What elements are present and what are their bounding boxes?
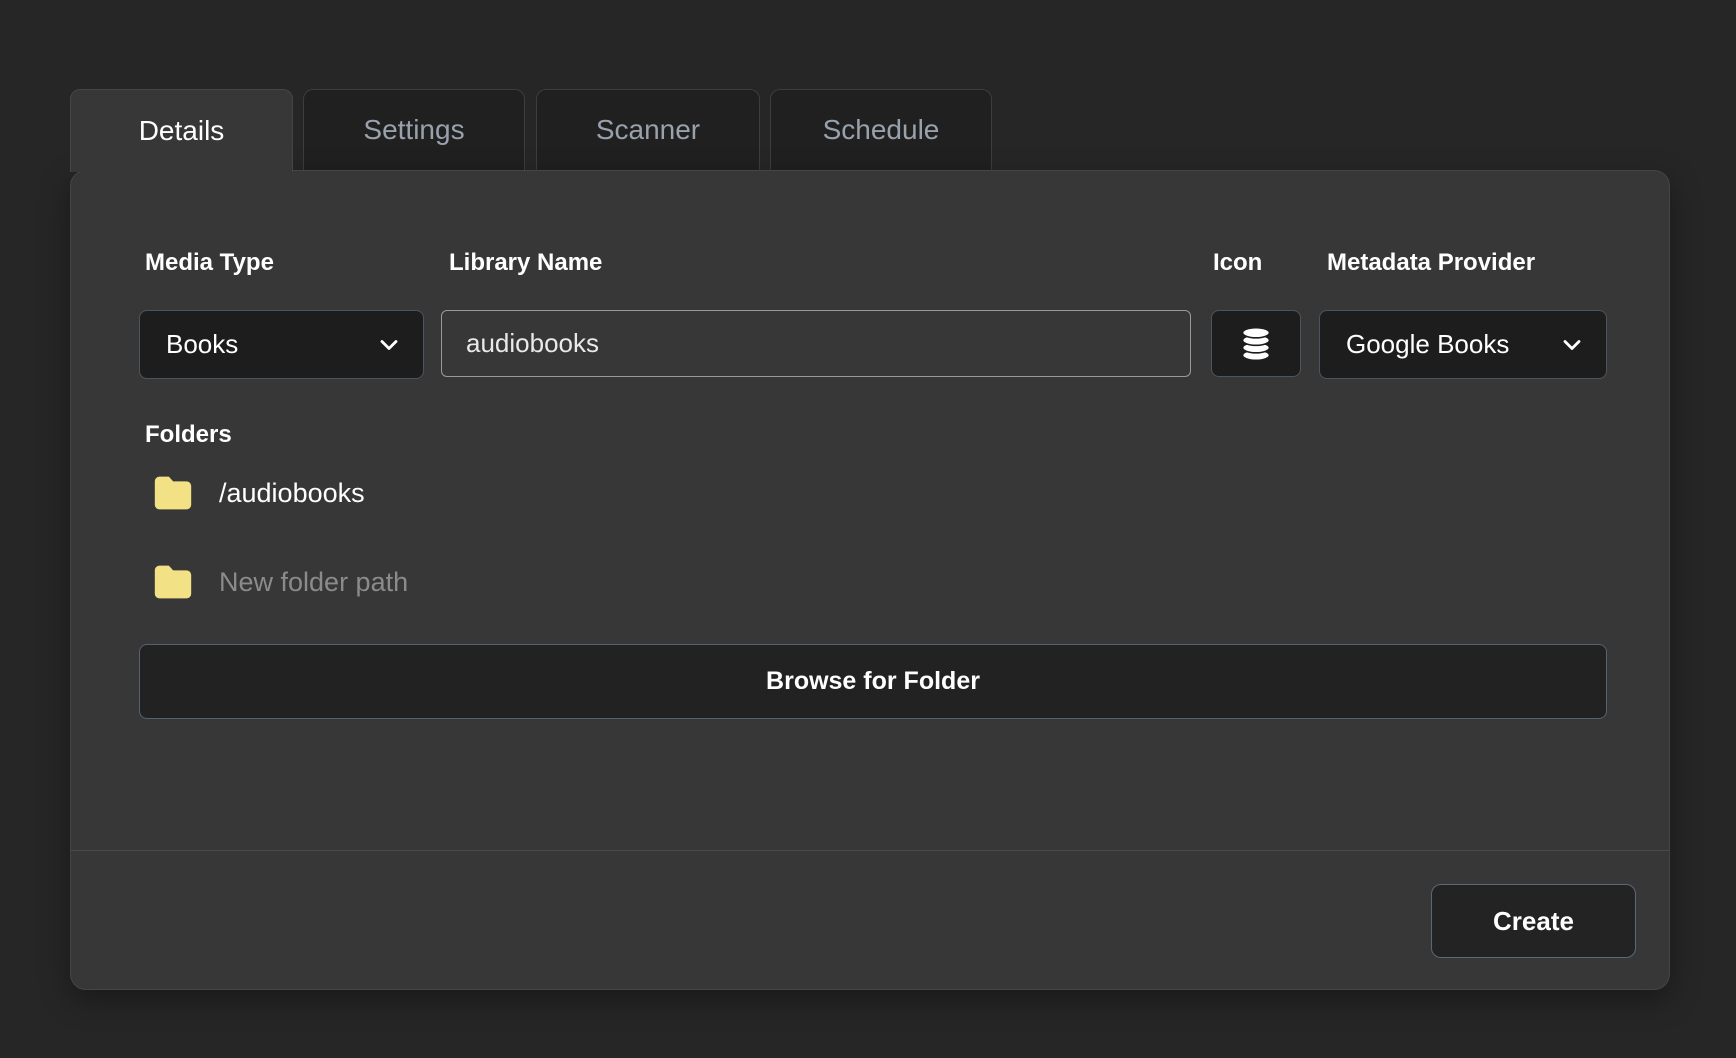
media-type-select[interactable]: Books [139, 310, 424, 379]
browse-for-folder-button[interactable]: Browse for Folder [139, 644, 1607, 719]
new-folder-row [151, 562, 1119, 602]
folder-row: /audiobooks [151, 473, 365, 513]
tab-settings[interactable]: Settings [303, 89, 525, 170]
folder-icon [151, 562, 195, 602]
library-icon-button[interactable] [1211, 310, 1301, 377]
create-button-label: Create [1493, 906, 1574, 937]
tab-schedule[interactable]: Schedule [770, 89, 992, 170]
chevron-down-icon [375, 331, 403, 359]
folder-icon [151, 473, 195, 513]
browse-for-folder-label: Browse for Folder [766, 667, 980, 696]
tab-details[interactable]: Details [70, 89, 293, 172]
metadata-provider-label: Metadata Provider [1327, 249, 1535, 277]
tab-details-label: Details [139, 115, 225, 147]
metadata-provider-value: Google Books [1346, 329, 1509, 360]
database-icon [1238, 324, 1274, 364]
icon-label: Icon [1213, 249, 1262, 277]
folder-path: /audiobooks [219, 478, 365, 509]
tab-settings-label: Settings [363, 114, 464, 146]
tab-scanner-label: Scanner [596, 114, 700, 146]
media-type-value: Books [166, 329, 238, 360]
library-name-label: Library Name [449, 249, 602, 277]
metadata-provider-select[interactable]: Google Books [1319, 310, 1607, 379]
library-name-input[interactable] [441, 310, 1191, 377]
create-button[interactable]: Create [1431, 884, 1636, 958]
tab-scanner[interactable]: Scanner [536, 89, 760, 170]
new-folder-path-input[interactable] [219, 567, 1119, 598]
folders-label: Folders [145, 421, 232, 449]
create-library-modal: Media Type Library Name Icon Metadata Pr… [70, 170, 1670, 990]
tab-schedule-label: Schedule [823, 114, 940, 146]
footer-divider [71, 850, 1669, 851]
chevron-down-icon [1558, 331, 1586, 359]
media-type-label: Media Type [145, 249, 274, 277]
